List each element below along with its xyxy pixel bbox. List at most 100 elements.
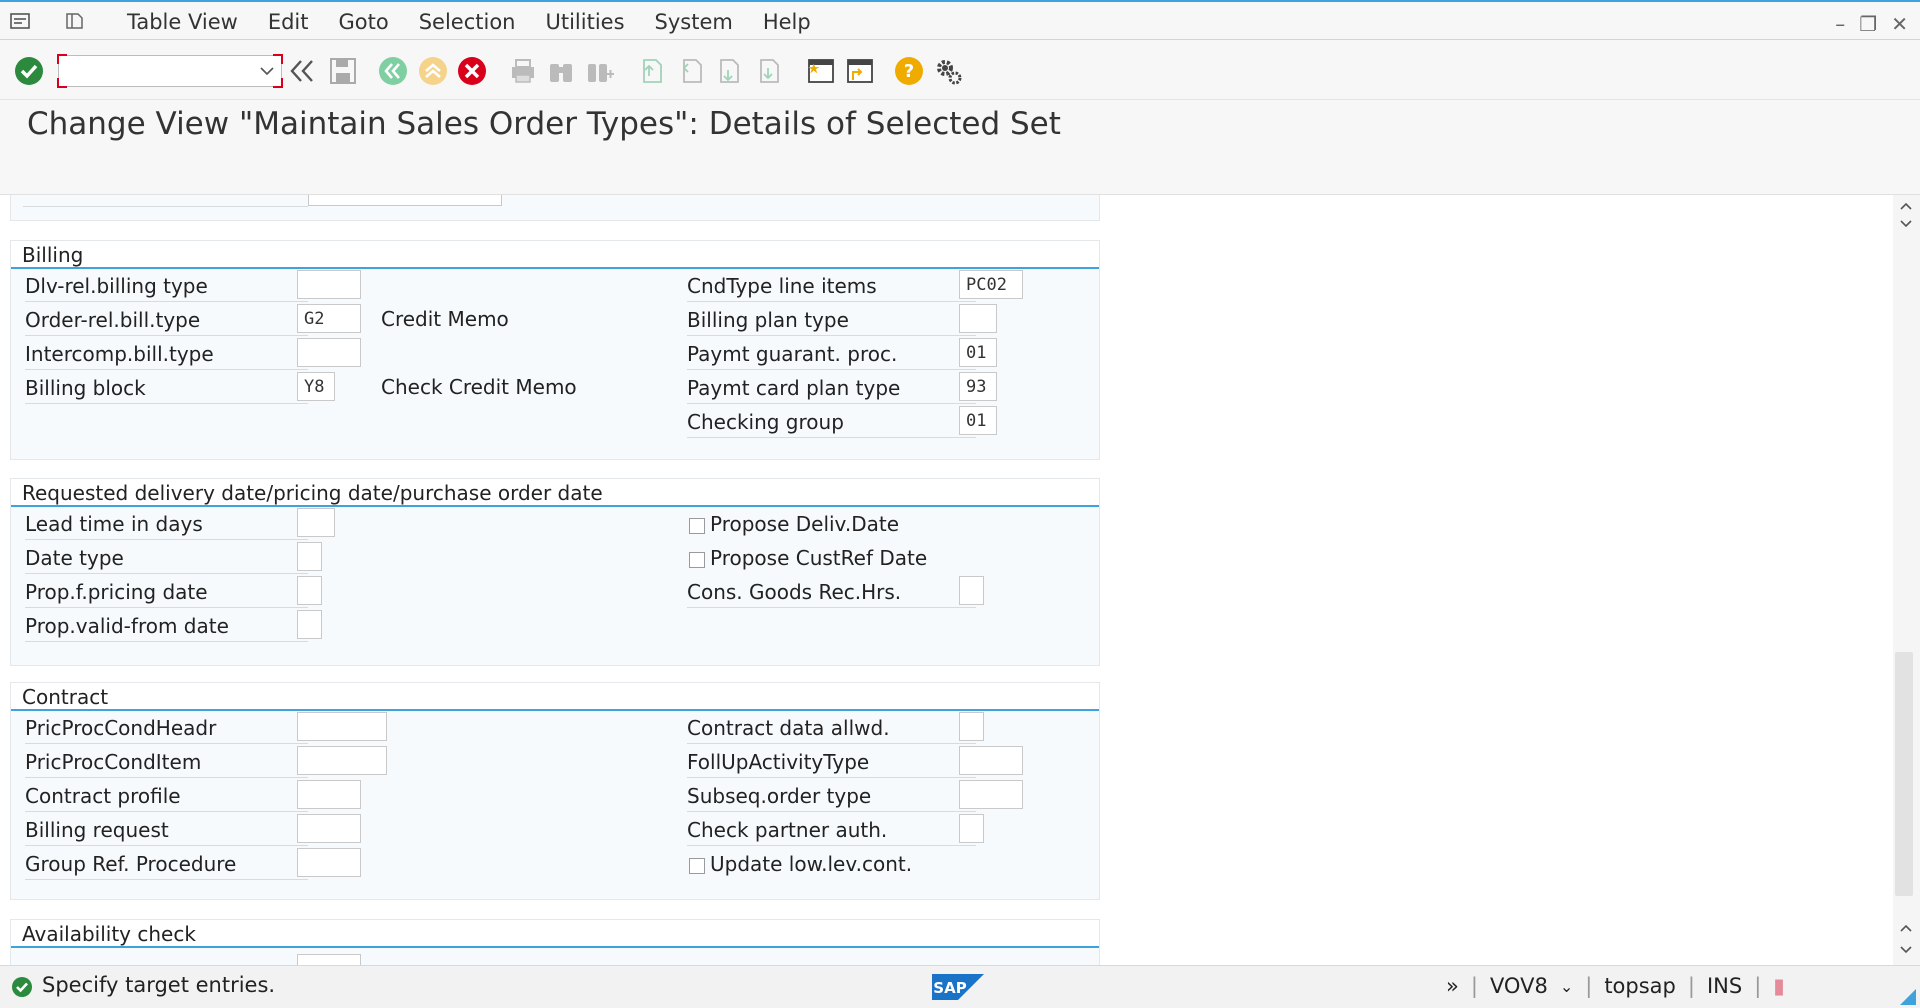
lead-time-field[interactable] bbox=[297, 508, 335, 537]
double-chevron-left-icon[interactable] bbox=[287, 56, 317, 86]
billing-request-label: Billing request bbox=[25, 816, 308, 846]
billing-plan-type-field[interactable] bbox=[959, 304, 997, 333]
cndtype-line-items-field[interactable]: PC02 bbox=[959, 270, 1023, 299]
prop-valid-from-date-field[interactable] bbox=[297, 610, 322, 639]
help-icon[interactable]: ? bbox=[894, 56, 924, 86]
billing-header: Billing bbox=[11, 241, 1099, 269]
scroll-page-up-icon[interactable] bbox=[1899, 923, 1913, 933]
scroll-page-down-icon[interactable] bbox=[1899, 219, 1913, 229]
command-field[interactable] bbox=[65, 59, 249, 85]
minimize-icon[interactable]: – bbox=[1835, 12, 1845, 36]
back-icon[interactable] bbox=[378, 56, 408, 86]
billing-block-label: Billing block bbox=[25, 374, 308, 404]
scrollbar-thumb[interactable] bbox=[1895, 652, 1913, 896]
gear-icon[interactable] bbox=[933, 56, 963, 86]
update-low-lev-cont-checkbox[interactable] bbox=[689, 858, 705, 874]
close-window-icon[interactable]: ✕ bbox=[1891, 12, 1908, 36]
shortcut-icon[interactable] bbox=[845, 56, 875, 86]
billing-request-field[interactable] bbox=[297, 814, 361, 843]
date-type-label: Date type bbox=[25, 544, 308, 574]
dlv-rel-billing-type-label: Dlv-rel.billing type bbox=[25, 272, 308, 302]
pricproc-cond-item-label: PricProcCondItem bbox=[25, 748, 308, 778]
billing-block-field[interactable]: Y8 bbox=[297, 372, 335, 401]
order-rel-bill-type-field[interactable]: G2 bbox=[297, 304, 361, 333]
checking-group-label: Checking group bbox=[687, 408, 976, 438]
cons-goods-rec-hrs-field[interactable] bbox=[959, 576, 984, 605]
propose-deliv-date-label: Propose Deliv.Date bbox=[710, 512, 900, 536]
propose-custref-date-checkbox[interactable] bbox=[689, 552, 705, 568]
performance-icon[interactable]: ▮ bbox=[1767, 974, 1791, 998]
scroll-down-icon[interactable] bbox=[1899, 945, 1913, 955]
scroll-up-icon[interactable] bbox=[1899, 201, 1913, 211]
find-icon bbox=[550, 64, 572, 82]
group-ref-procedure-field[interactable] bbox=[297, 848, 361, 877]
last-page-icon bbox=[760, 59, 779, 83]
status-bar: Specify target entries. SAP » | VOV8 ⌄ |… bbox=[0, 965, 1920, 1008]
menu-icon[interactable] bbox=[10, 12, 32, 30]
subseq-order-type-label: Subseq.order type bbox=[687, 782, 976, 812]
contract-profile-label: Contract profile bbox=[25, 782, 308, 812]
paymt-card-plan-type-field[interactable]: 93 bbox=[959, 372, 997, 401]
paymt-guarant-proc-field[interactable]: 01 bbox=[959, 338, 997, 367]
group-ref-procedure-label: Group Ref. Procedure bbox=[25, 850, 308, 880]
next-page-icon bbox=[720, 59, 739, 83]
intercomp-bill-type-field[interactable] bbox=[297, 338, 361, 367]
content-area: Billing Dlv-rel.billing type Order-rel.b… bbox=[0, 195, 1893, 965]
restore-icon[interactable]: ❐ bbox=[1859, 12, 1877, 36]
prop-pricing-date-field[interactable] bbox=[297, 576, 322, 605]
new-session-icon[interactable] bbox=[806, 56, 836, 86]
contract-header: Contract bbox=[11, 683, 1099, 711]
prop-valid-from-date-label: Prop.valid-from date bbox=[25, 612, 308, 642]
follup-activity-type-field[interactable] bbox=[959, 746, 1023, 775]
menu-edit[interactable]: Edit bbox=[253, 8, 324, 36]
cancel-icon[interactable] bbox=[457, 56, 487, 86]
dlv-rel-billing-type-field[interactable] bbox=[297, 270, 361, 299]
paymt-guarant-proc-label: Paymt guarant. proc. bbox=[687, 340, 976, 370]
contract-profile-field[interactable] bbox=[297, 780, 361, 809]
propose-custref-date-label: Propose CustRef Date bbox=[710, 546, 928, 570]
exit-icon[interactable] bbox=[418, 56, 448, 86]
checking-group-field[interactable]: 01 bbox=[959, 406, 997, 435]
menu-help[interactable]: Help bbox=[748, 8, 826, 36]
layout-menu-icon[interactable] bbox=[64, 12, 86, 30]
billing-block-desc: Check Credit Memo bbox=[381, 375, 577, 399]
resize-grip-icon[interactable] bbox=[1900, 989, 1916, 1005]
pricproc-cond-headr-label: PricProcCondHeadr bbox=[25, 714, 308, 744]
check-partner-auth-field[interactable] bbox=[959, 814, 984, 843]
find-next-icon bbox=[588, 64, 614, 82]
save-icon bbox=[330, 58, 356, 84]
system-info: » | VOV8 ⌄ | topsap | INS | ▮ bbox=[1440, 974, 1791, 998]
print-icon bbox=[512, 59, 534, 83]
double-chevron-right-icon[interactable]: » bbox=[1440, 974, 1465, 998]
menu-utilities[interactable]: Utilities bbox=[530, 8, 639, 36]
menu-selection[interactable]: Selection bbox=[404, 8, 531, 36]
title-bar: Change View "Maintain Sales Order Types"… bbox=[0, 100, 1920, 148]
date-type-field[interactable] bbox=[297, 542, 322, 571]
contract-data-allwd-label: Contract data allwd. bbox=[687, 714, 976, 744]
page-title: Change View "Maintain Sales Order Types"… bbox=[27, 106, 1061, 142]
requested-delivery-date-header: Requested delivery date/pricing date/pur… bbox=[11, 479, 1099, 507]
pricproc-cond-headr-field[interactable] bbox=[297, 712, 387, 741]
previous-section bbox=[10, 195, 1100, 221]
enter-check-icon[interactable] bbox=[14, 56, 44, 86]
propose-deliv-date-checkbox[interactable] bbox=[689, 518, 705, 534]
cons-goods-rec-hrs-label: Cons. Goods Rec.Hrs. bbox=[687, 578, 976, 608]
chevron-down-icon[interactable]: ⌄ bbox=[1554, 974, 1579, 998]
transaction-code[interactable]: VOV8 bbox=[1484, 974, 1554, 998]
menu-system[interactable]: System bbox=[640, 8, 748, 36]
menu-goto[interactable]: Goto bbox=[324, 8, 404, 36]
order-rel-bill-type-desc: Credit Memo bbox=[381, 307, 509, 331]
toolbar: ? bbox=[0, 40, 1920, 100]
pricproc-cond-item-field[interactable] bbox=[297, 746, 387, 775]
svg-text:?: ? bbox=[904, 61, 914, 82]
subseq-order-type-field[interactable] bbox=[959, 780, 1023, 809]
first-page-icon bbox=[643, 59, 662, 83]
server-name: topsap bbox=[1604, 974, 1676, 998]
input-mode[interactable]: INS bbox=[1701, 974, 1748, 998]
update-low-lev-cont-label: Update low.lev.cont. bbox=[710, 852, 913, 876]
lead-time-label: Lead time in days bbox=[25, 510, 308, 540]
order-rel-bill-type-label: Order-rel.bill.type bbox=[25, 306, 308, 336]
contract-data-allwd-field[interactable] bbox=[959, 712, 984, 741]
menu-table-view[interactable]: Table View bbox=[112, 8, 253, 36]
success-check-icon bbox=[12, 977, 32, 997]
